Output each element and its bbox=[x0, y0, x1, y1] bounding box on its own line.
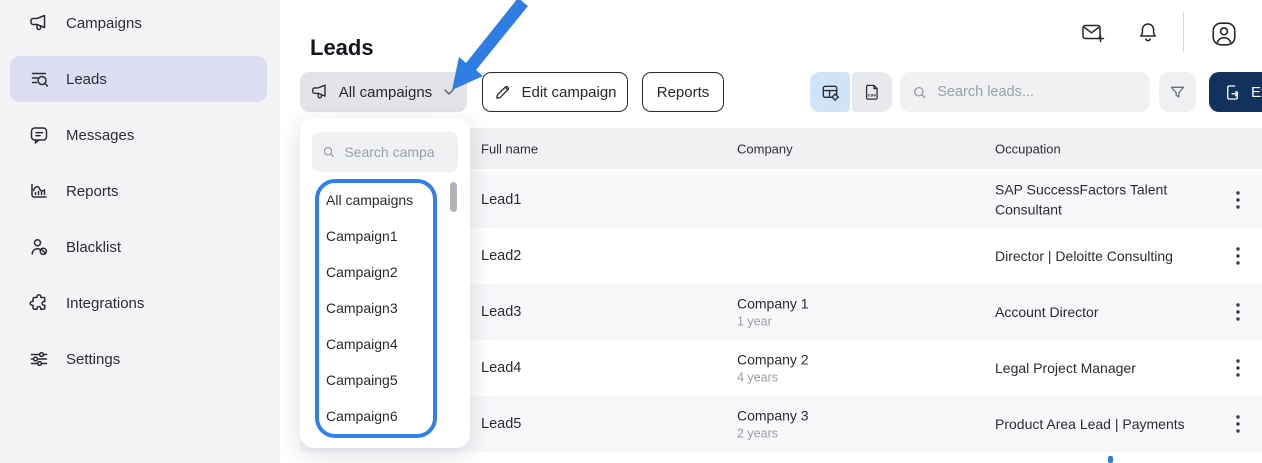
kebab-icon bbox=[1236, 359, 1240, 377]
campaign-search bbox=[312, 132, 458, 172]
search-icon bbox=[912, 84, 927, 101]
lead-name: Lead4 bbox=[481, 360, 521, 376]
lead-tenure: 4 years bbox=[737, 369, 809, 385]
column-occupation: Occupation bbox=[995, 141, 1061, 156]
notifications-button[interactable] bbox=[1135, 20, 1161, 46]
campaign-option[interactable]: Campaign1 bbox=[300, 218, 470, 254]
kebab-icon bbox=[1236, 191, 1240, 209]
sidebar-item-reports[interactable]: Reports bbox=[10, 168, 267, 214]
export-button[interactable]: Exp bbox=[1209, 72, 1262, 112]
new-message-button[interactable] bbox=[1080, 20, 1106, 46]
megaphone-icon bbox=[310, 82, 330, 102]
pencil-icon bbox=[493, 83, 512, 102]
chevron-down-icon bbox=[441, 84, 457, 100]
lead-occupation: Director | Deloitte Consulting bbox=[995, 246, 1207, 266]
view-toggle: csv bbox=[810, 72, 892, 112]
campaign-option[interactable]: Campaing5 bbox=[300, 362, 470, 398]
campaign-option[interactable]: All campaigns bbox=[300, 182, 470, 218]
campaign-dropdown: All campaigns Campaign1 Campaign2 Campai… bbox=[300, 118, 470, 448]
lead-company: Company 2 bbox=[737, 351, 809, 367]
campaign-option[interactable]: Campaign3 bbox=[300, 290, 470, 326]
kebab-icon bbox=[1236, 415, 1240, 433]
edit-campaign-label: Edit campaign bbox=[521, 84, 616, 101]
lead-tenure: 2 years bbox=[737, 425, 809, 441]
campaign-list: All campaigns Campaign1 Campaign2 Campai… bbox=[300, 182, 470, 434]
lead-occupation: SAP SuccessFactors Talent Consultant bbox=[995, 180, 1207, 221]
sidebar-item-label: Messages bbox=[66, 127, 134, 144]
table-row-partial bbox=[300, 452, 1262, 463]
chart-icon bbox=[28, 180, 50, 202]
megaphone-icon bbox=[28, 12, 50, 34]
profile-button[interactable] bbox=[1210, 20, 1238, 48]
leads-search bbox=[900, 72, 1150, 112]
sidebar-item-leads[interactable]: Leads bbox=[10, 56, 267, 102]
csv-view-button[interactable]: csv bbox=[852, 72, 892, 112]
user-avatar-icon bbox=[1210, 20, 1238, 48]
table-settings-icon bbox=[820, 82, 841, 103]
table-view-button[interactable] bbox=[810, 72, 850, 112]
row-menu-button[interactable] bbox=[1226, 186, 1250, 214]
campaign-filter-label: All campaigns bbox=[339, 84, 432, 101]
row-menu-button[interactable] bbox=[1226, 354, 1250, 382]
csv-file-icon: csv bbox=[862, 82, 883, 103]
reports-button[interactable]: Reports bbox=[642, 72, 724, 112]
message-icon bbox=[28, 124, 50, 146]
column-full-name: Full name bbox=[481, 141, 538, 156]
sidebar-item-blacklist[interactable]: Blacklist bbox=[10, 224, 267, 270]
sidebar-item-label: Campaigns bbox=[66, 15, 142, 32]
sidebar-item-campaigns[interactable]: Campaigns bbox=[10, 0, 267, 46]
mail-plus-icon bbox=[1080, 20, 1106, 46]
kebab-icon bbox=[1236, 247, 1240, 265]
lead-name: Lead3 bbox=[481, 304, 521, 320]
sidebar: Campaigns Leads Messages Reports Blackli… bbox=[0, 0, 280, 463]
column-company: Company bbox=[737, 141, 793, 156]
main-content: Leads All campaigns Edit campaign Report… bbox=[280, 0, 1262, 463]
lead-occupation: Account Director bbox=[995, 302, 1207, 322]
sidebar-item-label: Settings bbox=[66, 351, 120, 368]
list-search-icon bbox=[28, 68, 50, 90]
search-campaign-input[interactable] bbox=[342, 143, 448, 161]
lead-name: Lead2 bbox=[481, 248, 521, 264]
sidebar-item-label: Blacklist bbox=[66, 239, 121, 256]
lead-name: Lead5 bbox=[481, 416, 521, 432]
lead-occupation: Legal Project Manager bbox=[995, 358, 1207, 378]
sidebar-item-label: Leads bbox=[66, 71, 107, 88]
campaign-option[interactable]: Campaign6 bbox=[300, 398, 470, 434]
csv-label: csv bbox=[867, 93, 876, 98]
campaign-option[interactable]: Campaign2 bbox=[300, 254, 470, 290]
funnel-icon bbox=[1168, 83, 1187, 102]
campaign-filter-button[interactable]: All campaigns bbox=[300, 72, 467, 112]
campaign-option[interactable]: Campaign4 bbox=[300, 326, 470, 362]
kebab-icon bbox=[1236, 303, 1240, 321]
lead-company: Company 3 bbox=[737, 407, 809, 423]
bell-icon bbox=[1135, 20, 1161, 46]
user-block-icon bbox=[28, 236, 50, 258]
sidebar-item-label: Integrations bbox=[66, 295, 144, 312]
lead-occupation: Product Area Lead | Payments bbox=[995, 414, 1207, 434]
sidebar-item-integrations[interactable]: Integrations bbox=[10, 280, 267, 326]
dropdown-scrollbar[interactable] bbox=[450, 182, 457, 212]
row-menu-button[interactable] bbox=[1226, 242, 1250, 270]
partial-row-icon bbox=[1108, 456, 1113, 463]
search-icon bbox=[322, 144, 335, 160]
header-divider bbox=[1183, 12, 1184, 52]
sidebar-item-settings[interactable]: Settings bbox=[10, 336, 267, 382]
row-menu-button[interactable] bbox=[1226, 298, 1250, 326]
sidebar-item-label: Reports bbox=[66, 183, 119, 200]
lead-company: Company 1 bbox=[737, 295, 809, 311]
page-title: Leads bbox=[310, 35, 374, 61]
lead-tenure: 1 year bbox=[737, 313, 809, 329]
sliders-icon bbox=[28, 348, 50, 370]
puzzle-icon bbox=[28, 292, 50, 314]
lead-name: Lead1 bbox=[481, 192, 521, 208]
search-leads-input[interactable] bbox=[935, 83, 1138, 101]
row-menu-button[interactable] bbox=[1226, 410, 1250, 438]
reports-label: Reports bbox=[657, 84, 710, 101]
edit-campaign-button[interactable]: Edit campaign bbox=[482, 72, 628, 112]
export-label: Exp bbox=[1251, 84, 1262, 101]
sidebar-item-messages[interactable]: Messages bbox=[10, 112, 267, 158]
filter-button[interactable] bbox=[1159, 72, 1196, 112]
file-export-icon bbox=[1223, 83, 1242, 102]
